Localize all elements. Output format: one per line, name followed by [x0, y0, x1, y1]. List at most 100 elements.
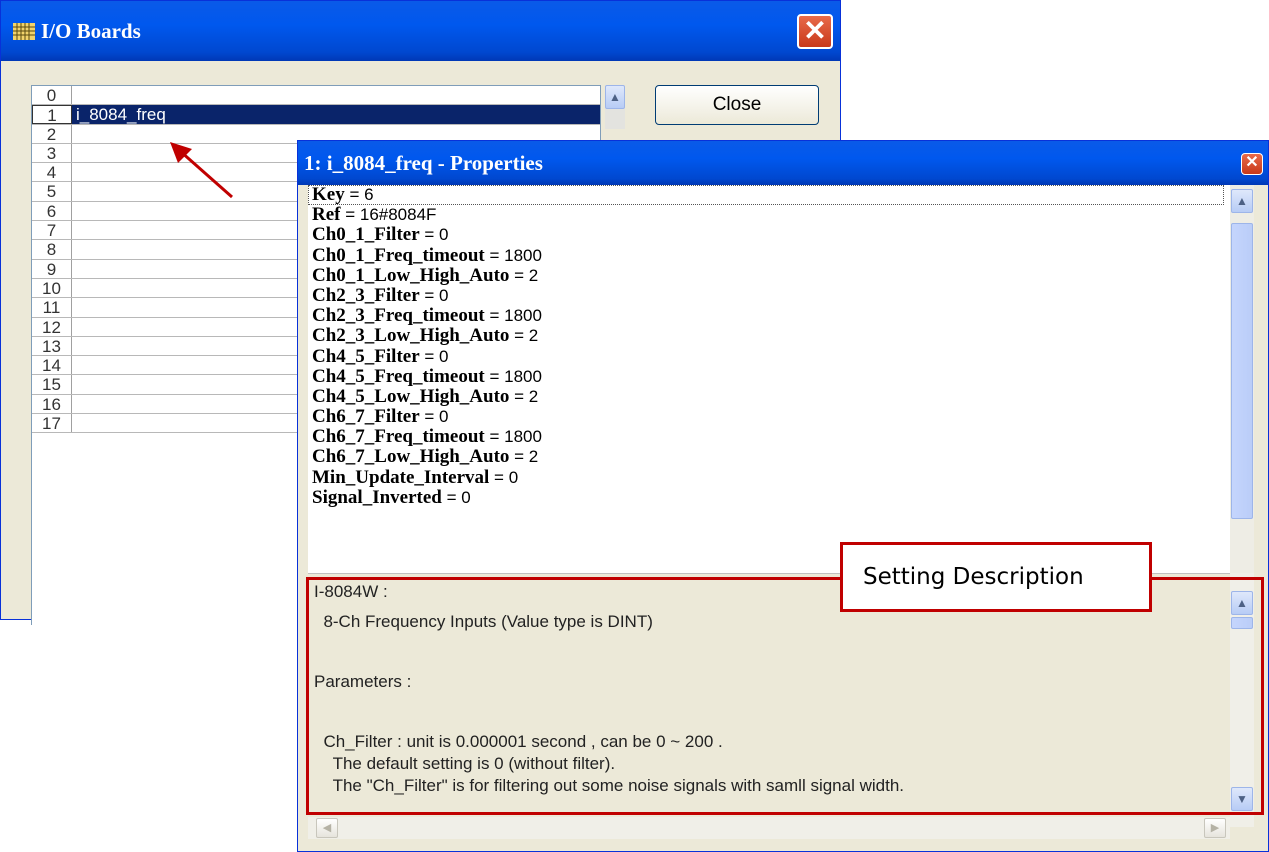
property-value: 2	[528, 265, 539, 285]
io-board-index: 16	[32, 394, 72, 414]
equals-sign: =	[484, 245, 505, 265]
property-value: 0	[439, 225, 449, 245]
property-value: 0	[461, 487, 471, 507]
property-value: 1800	[504, 245, 542, 265]
property-row[interactable]: Ch4_5_Freq_timeout = 1800	[308, 366, 1230, 387]
io-board-name	[72, 202, 76, 220]
property-value: 16#8084F	[359, 205, 437, 225]
io-board-name	[72, 395, 76, 413]
io-board-index: 13	[32, 336, 72, 356]
io-board-name: i_8084_freq	[72, 105, 600, 124]
io-board-name	[72, 298, 76, 316]
property-row[interactable]: Key = 6	[308, 185, 1224, 206]
equals-sign: =	[509, 386, 529, 406]
equals-sign: =	[484, 366, 505, 386]
io-board-index: 7	[32, 221, 72, 240]
property-key: Ch0_1_Filter	[312, 224, 420, 246]
close-button[interactable]: Close	[655, 85, 819, 125]
property-value: 2	[528, 447, 539, 467]
io-board-index: 11	[32, 298, 72, 317]
io-board-name	[72, 144, 76, 162]
io-board-row[interactable]: 1 i_8084_freq	[32, 105, 600, 125]
arrow-up-icon[interactable]: ▲	[1231, 189, 1253, 213]
property-key: Ref	[312, 204, 341, 226]
property-row[interactable]: Min_Update_Interval = 0	[308, 466, 1230, 488]
property-row[interactable]: Signal_Inverted = 0	[308, 486, 1230, 508]
io-board-index: 12	[32, 317, 72, 337]
io-board-name	[72, 318, 76, 336]
equals-sign: =	[509, 326, 529, 346]
io-board-row[interactable]: 0	[32, 86, 600, 106]
arrow-up-icon[interactable]: ▲	[605, 85, 625, 109]
io-board-index: 1	[32, 105, 72, 125]
equals-sign: =	[509, 447, 529, 467]
property-row[interactable]: Ch2_3_Filter = 0	[308, 284, 1230, 306]
io-board-index: 10	[32, 278, 72, 298]
property-value: 1800	[504, 306, 542, 326]
io-board-name	[72, 221, 76, 239]
property-key: Signal_Inverted	[312, 486, 442, 508]
property-row[interactable]: Ch0_1_Filter = 0	[308, 225, 1230, 245]
io-board-name	[72, 414, 76, 432]
equals-sign: =	[419, 225, 440, 245]
property-row[interactable]: Ch2_3_Freq_timeout = 1800	[308, 306, 1230, 326]
equals-sign: =	[509, 265, 529, 285]
property-row[interactable]: Ch4_5_Low_High_Auto = 2	[308, 385, 1230, 407]
property-row[interactable]: Ch6_7_Freq_timeout = 1800	[308, 427, 1230, 447]
io-board-name	[72, 163, 76, 181]
property-value: 1800	[504, 366, 542, 386]
property-value: 6	[364, 185, 374, 204]
io-boards-titlebar[interactable]: I/O Boards ✕	[1, 1, 840, 61]
property-value: 2	[528, 326, 539, 346]
property-row[interactable]: Ch0_1_Low_High_Auto = 2	[308, 264, 1230, 286]
equals-sign: =	[441, 487, 462, 507]
property-key: Ch6_7_Low_High_Auto	[312, 446, 510, 468]
property-row[interactable]: Ch6_7_Filter = 0	[308, 407, 1230, 427]
pointer-arrow	[170, 142, 233, 199]
properties-titlebar[interactable]: 1: i_8084_freq - Properties ✕	[298, 141, 1268, 185]
io-board-index: 17	[32, 414, 72, 433]
property-row[interactable]: Ch2_3_Low_High_Auto = 2	[308, 326, 1230, 346]
property-key: Ch4_5_Low_High_Auto	[312, 385, 510, 407]
io-list-scrollbar[interactable]	[605, 109, 625, 129]
io-board-index: 6	[32, 201, 72, 221]
arrow-left-icon[interactable]: ◀	[316, 818, 338, 838]
arrow-right-icon[interactable]: ▶	[1204, 818, 1226, 838]
scroll-thumb[interactable]	[1231, 223, 1253, 519]
io-board-index: 8	[32, 240, 72, 259]
equals-sign: =	[484, 306, 505, 326]
io-board-name	[72, 86, 76, 104]
property-value: 0	[508, 467, 519, 487]
property-value: 1800	[504, 427, 542, 447]
property-row[interactable]: Ref = 16#8084F	[308, 205, 1230, 225]
equals-sign: =	[484, 427, 505, 447]
close-icon[interactable]: ✕	[1241, 153, 1263, 175]
equals-sign: =	[340, 205, 360, 225]
property-key: Ch0_1_Freq_timeout	[312, 244, 485, 266]
properties-scrollbar[interactable]: ▲ ▼	[1230, 185, 1254, 619]
io-board-index: 4	[32, 163, 72, 182]
description-highlight	[306, 577, 1264, 815]
io-board-index: 9	[32, 259, 72, 279]
io-board-index: 15	[32, 375, 72, 394]
description-hscrollbar[interactable]: ◀ ▶	[308, 817, 1230, 839]
property-value: 0	[439, 285, 449, 305]
close-icon[interactable]: ✕	[797, 14, 833, 49]
equals-sign: =	[419, 285, 440, 305]
property-key: Min_Update_Interval	[312, 466, 490, 488]
property-row[interactable]: Ch0_1_Freq_timeout = 1800	[308, 244, 1230, 266]
property-value: 0	[439, 407, 449, 427]
io-board-name	[72, 356, 76, 374]
property-value: 2	[528, 386, 539, 406]
properties-title: 1: i_8084_freq - Properties	[304, 151, 543, 175]
property-row[interactable]: Ch6_7_Low_High_Auto = 2	[308, 447, 1230, 467]
io-board-name	[72, 337, 76, 355]
io-board-index: 0	[32, 86, 72, 105]
property-value: 0	[439, 346, 449, 366]
property-key: Ch6_7_Filter	[312, 406, 420, 428]
property-key: Ch2_3_Filter	[312, 284, 420, 306]
property-key: Ch0_1_Low_High_Auto	[312, 264, 510, 286]
property-row[interactable]: Ch4_5_Filter = 0	[308, 346, 1230, 367]
equals-sign: =	[344, 185, 365, 204]
io-board-name	[72, 375, 76, 393]
